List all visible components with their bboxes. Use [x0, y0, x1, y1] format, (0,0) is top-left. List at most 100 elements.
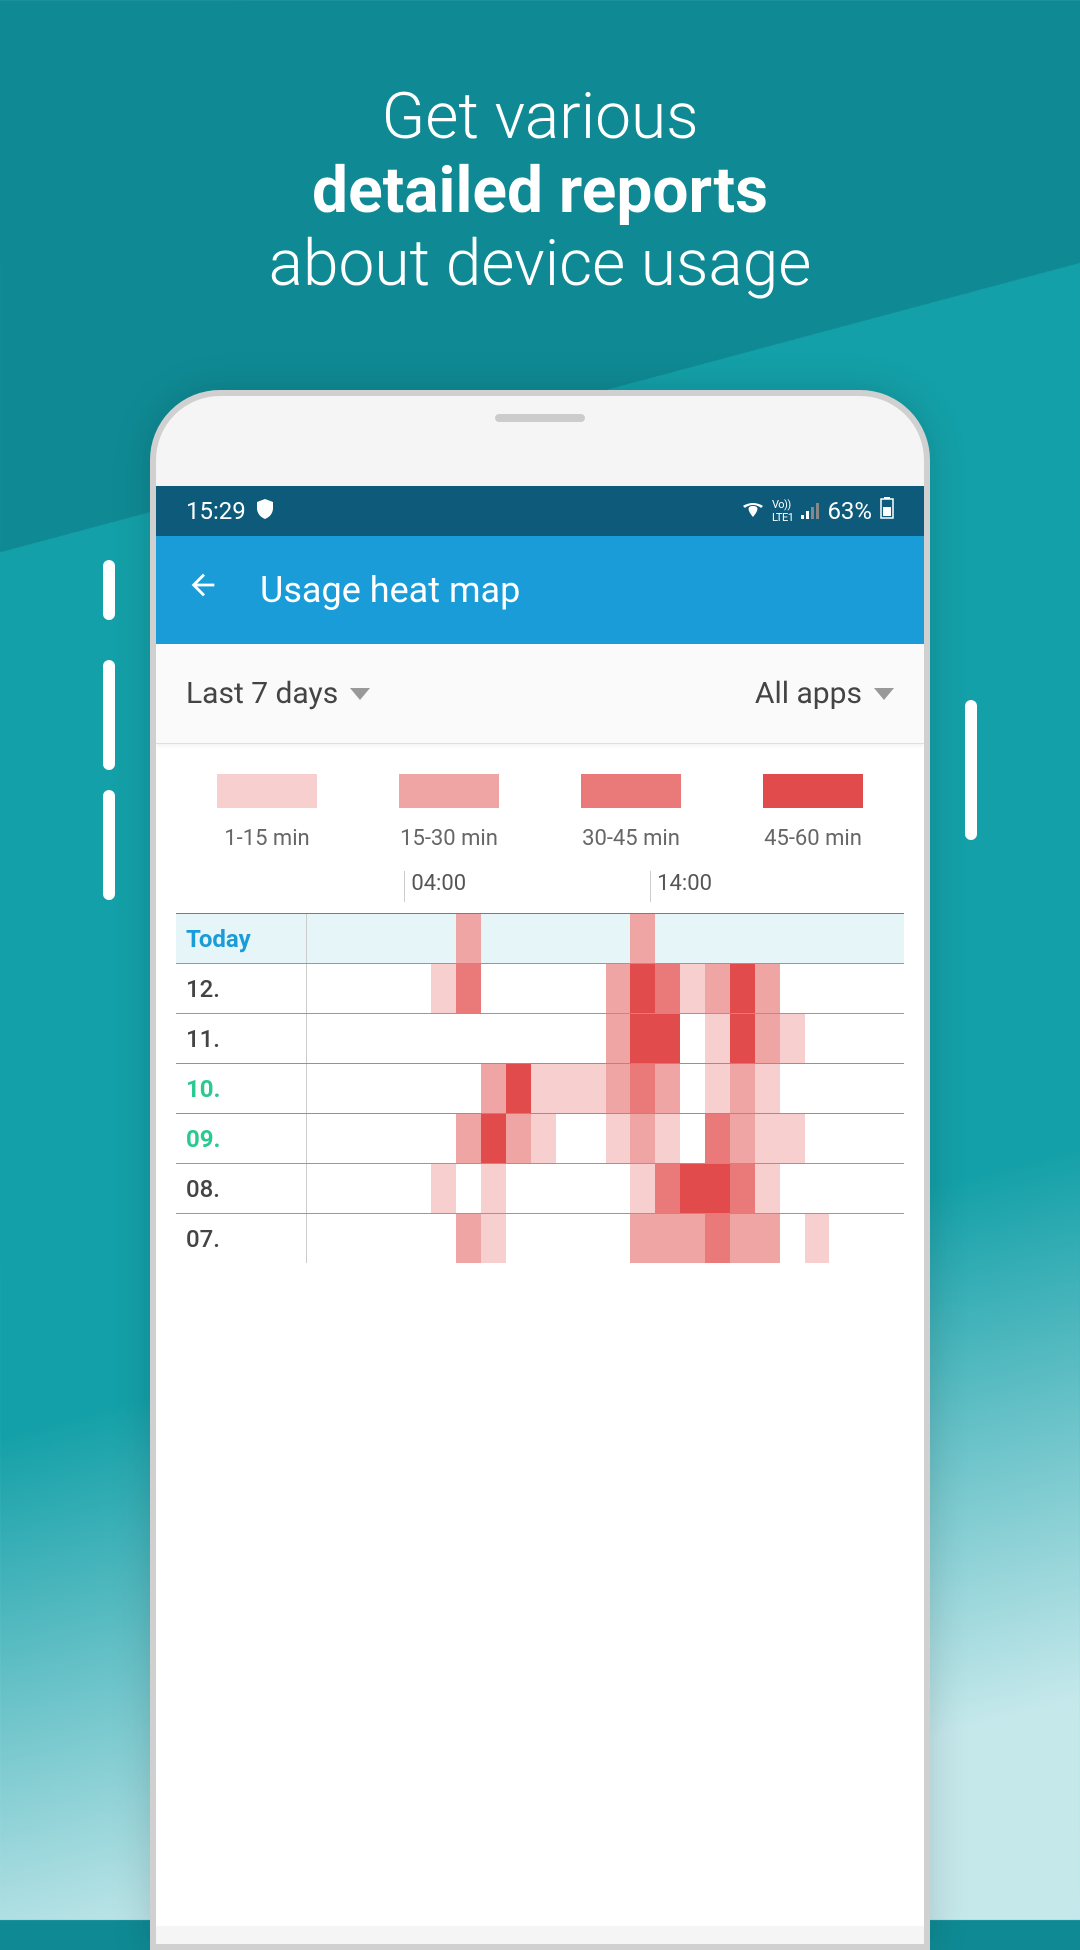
heatmap-cell [780, 1114, 805, 1163]
heatmap-cell [506, 1064, 531, 1113]
heatmap-cell [630, 964, 655, 1013]
heatmap-cell [730, 964, 755, 1013]
heatmap-cell [456, 964, 481, 1013]
heatmap-cell [606, 1064, 631, 1113]
heatmap-cell [407, 1164, 432, 1213]
heatmap-cell [332, 1214, 357, 1263]
heatmap-cell [780, 914, 805, 963]
heatmap-cell [481, 914, 506, 963]
row-label: 10. [176, 1064, 306, 1113]
date-range-label: Last 7 days [186, 676, 338, 711]
heatmap-cell [581, 964, 606, 1013]
back-arrow-icon[interactable] [186, 568, 220, 612]
phone-side-button [103, 560, 115, 620]
phone-speaker [495, 414, 585, 422]
statusbar: 15:29 Vo))LTE1 63% [156, 486, 924, 536]
heatmap-cell [655, 914, 680, 963]
heatmap-cell [606, 1014, 631, 1063]
heatmap-cell [407, 964, 432, 1013]
heatmap-cell [382, 1214, 407, 1263]
heatmap-cell [780, 1064, 805, 1113]
heatmap-cell [829, 964, 854, 1013]
heatmap-cell [581, 1114, 606, 1163]
heatmap-cell [630, 1064, 655, 1113]
heatmap-cell [680, 914, 705, 963]
row-label: Today [176, 914, 306, 963]
heatmap-cell [332, 1164, 357, 1213]
legend-item: 45-60 min [722, 774, 904, 851]
heatmap-cell [705, 914, 730, 963]
heatmap-cell [456, 1214, 481, 1263]
heatmap-cell [456, 1064, 481, 1113]
heatmap-cell [655, 1064, 680, 1113]
shield-icon [256, 497, 274, 525]
heatmap-cell [531, 1064, 556, 1113]
heatmap-cell [407, 1114, 432, 1163]
heatmap-cell [805, 1214, 830, 1263]
caret-down-icon [874, 688, 894, 700]
time-axis: 04:0014:00 [176, 871, 904, 905]
heatmap-cell [630, 1014, 655, 1063]
heatmap-cell [630, 1114, 655, 1163]
heatmap-cell [606, 914, 631, 963]
row-label: 12. [176, 964, 306, 1013]
heatmap-cell [829, 1114, 854, 1163]
heatmap-cell [332, 1014, 357, 1063]
heatmap-cell [531, 914, 556, 963]
heatmap-cell [655, 964, 680, 1013]
legend-label: 45-60 min [722, 826, 904, 851]
heatmap-cell [854, 964, 879, 1013]
heatmap-cell [854, 1114, 879, 1163]
heatmap-cell [307, 1014, 332, 1063]
heatmap-cell [829, 1214, 854, 1263]
heatmap-cell [755, 1164, 780, 1213]
app-filter-dropdown[interactable]: All apps [755, 676, 894, 711]
heatmap-cell [307, 964, 332, 1013]
heatmap-cell [805, 1164, 830, 1213]
row-label: 08. [176, 1164, 306, 1213]
heatmap-row: 07. [176, 1213, 904, 1263]
heatmap-cell [382, 1064, 407, 1113]
heatmap-cell [879, 1064, 904, 1113]
heatmap-cell [407, 1014, 432, 1063]
heatmap-cell [357, 1164, 382, 1213]
row-cells [306, 1214, 904, 1263]
heatmap-cell [780, 1164, 805, 1213]
heatmap-cell [680, 1164, 705, 1213]
heatmap-cell [730, 1164, 755, 1213]
heatmap-cell [506, 1114, 531, 1163]
heatmap-cell [730, 1214, 755, 1263]
heatmap-cell [382, 1014, 407, 1063]
heatmap-cell [506, 914, 531, 963]
heatmap-cell [879, 1114, 904, 1163]
heatmap-cell [531, 1164, 556, 1213]
heatmap-cell [879, 1164, 904, 1213]
promo-line-3: about device usage [269, 226, 812, 301]
heatmap-cell [556, 964, 581, 1013]
heatmap-cell [357, 1064, 382, 1113]
filter-bar: Last 7 days All apps [156, 644, 924, 744]
heatmap-cell [730, 914, 755, 963]
heatmap-cell [481, 964, 506, 1013]
heatmap-cell [755, 1114, 780, 1163]
heatmap-cell [307, 1064, 332, 1113]
heatmap-cell [655, 1164, 680, 1213]
heatmap-cell [556, 914, 581, 963]
heatmap-cell [431, 1114, 456, 1163]
heatmap-cell [705, 1014, 730, 1063]
heatmap-cell [581, 1014, 606, 1063]
row-label: 07. [176, 1214, 306, 1263]
heatmap-cell [829, 914, 854, 963]
heatmap-cell [382, 964, 407, 1013]
date-range-dropdown[interactable]: Last 7 days [186, 676, 370, 711]
heatmap-cell [705, 1064, 730, 1113]
battery-icon [880, 497, 894, 525]
heatmap-cell [705, 1114, 730, 1163]
heatmap-cell [606, 1214, 631, 1263]
screen: 15:29 Vo))LTE1 63% [156, 486, 924, 1926]
heatmap-cell [307, 914, 332, 963]
legend-swatch [399, 774, 499, 808]
time-tick: 04:00 [404, 871, 466, 902]
heatmap-cell [431, 914, 456, 963]
heatmap-cell [879, 964, 904, 1013]
